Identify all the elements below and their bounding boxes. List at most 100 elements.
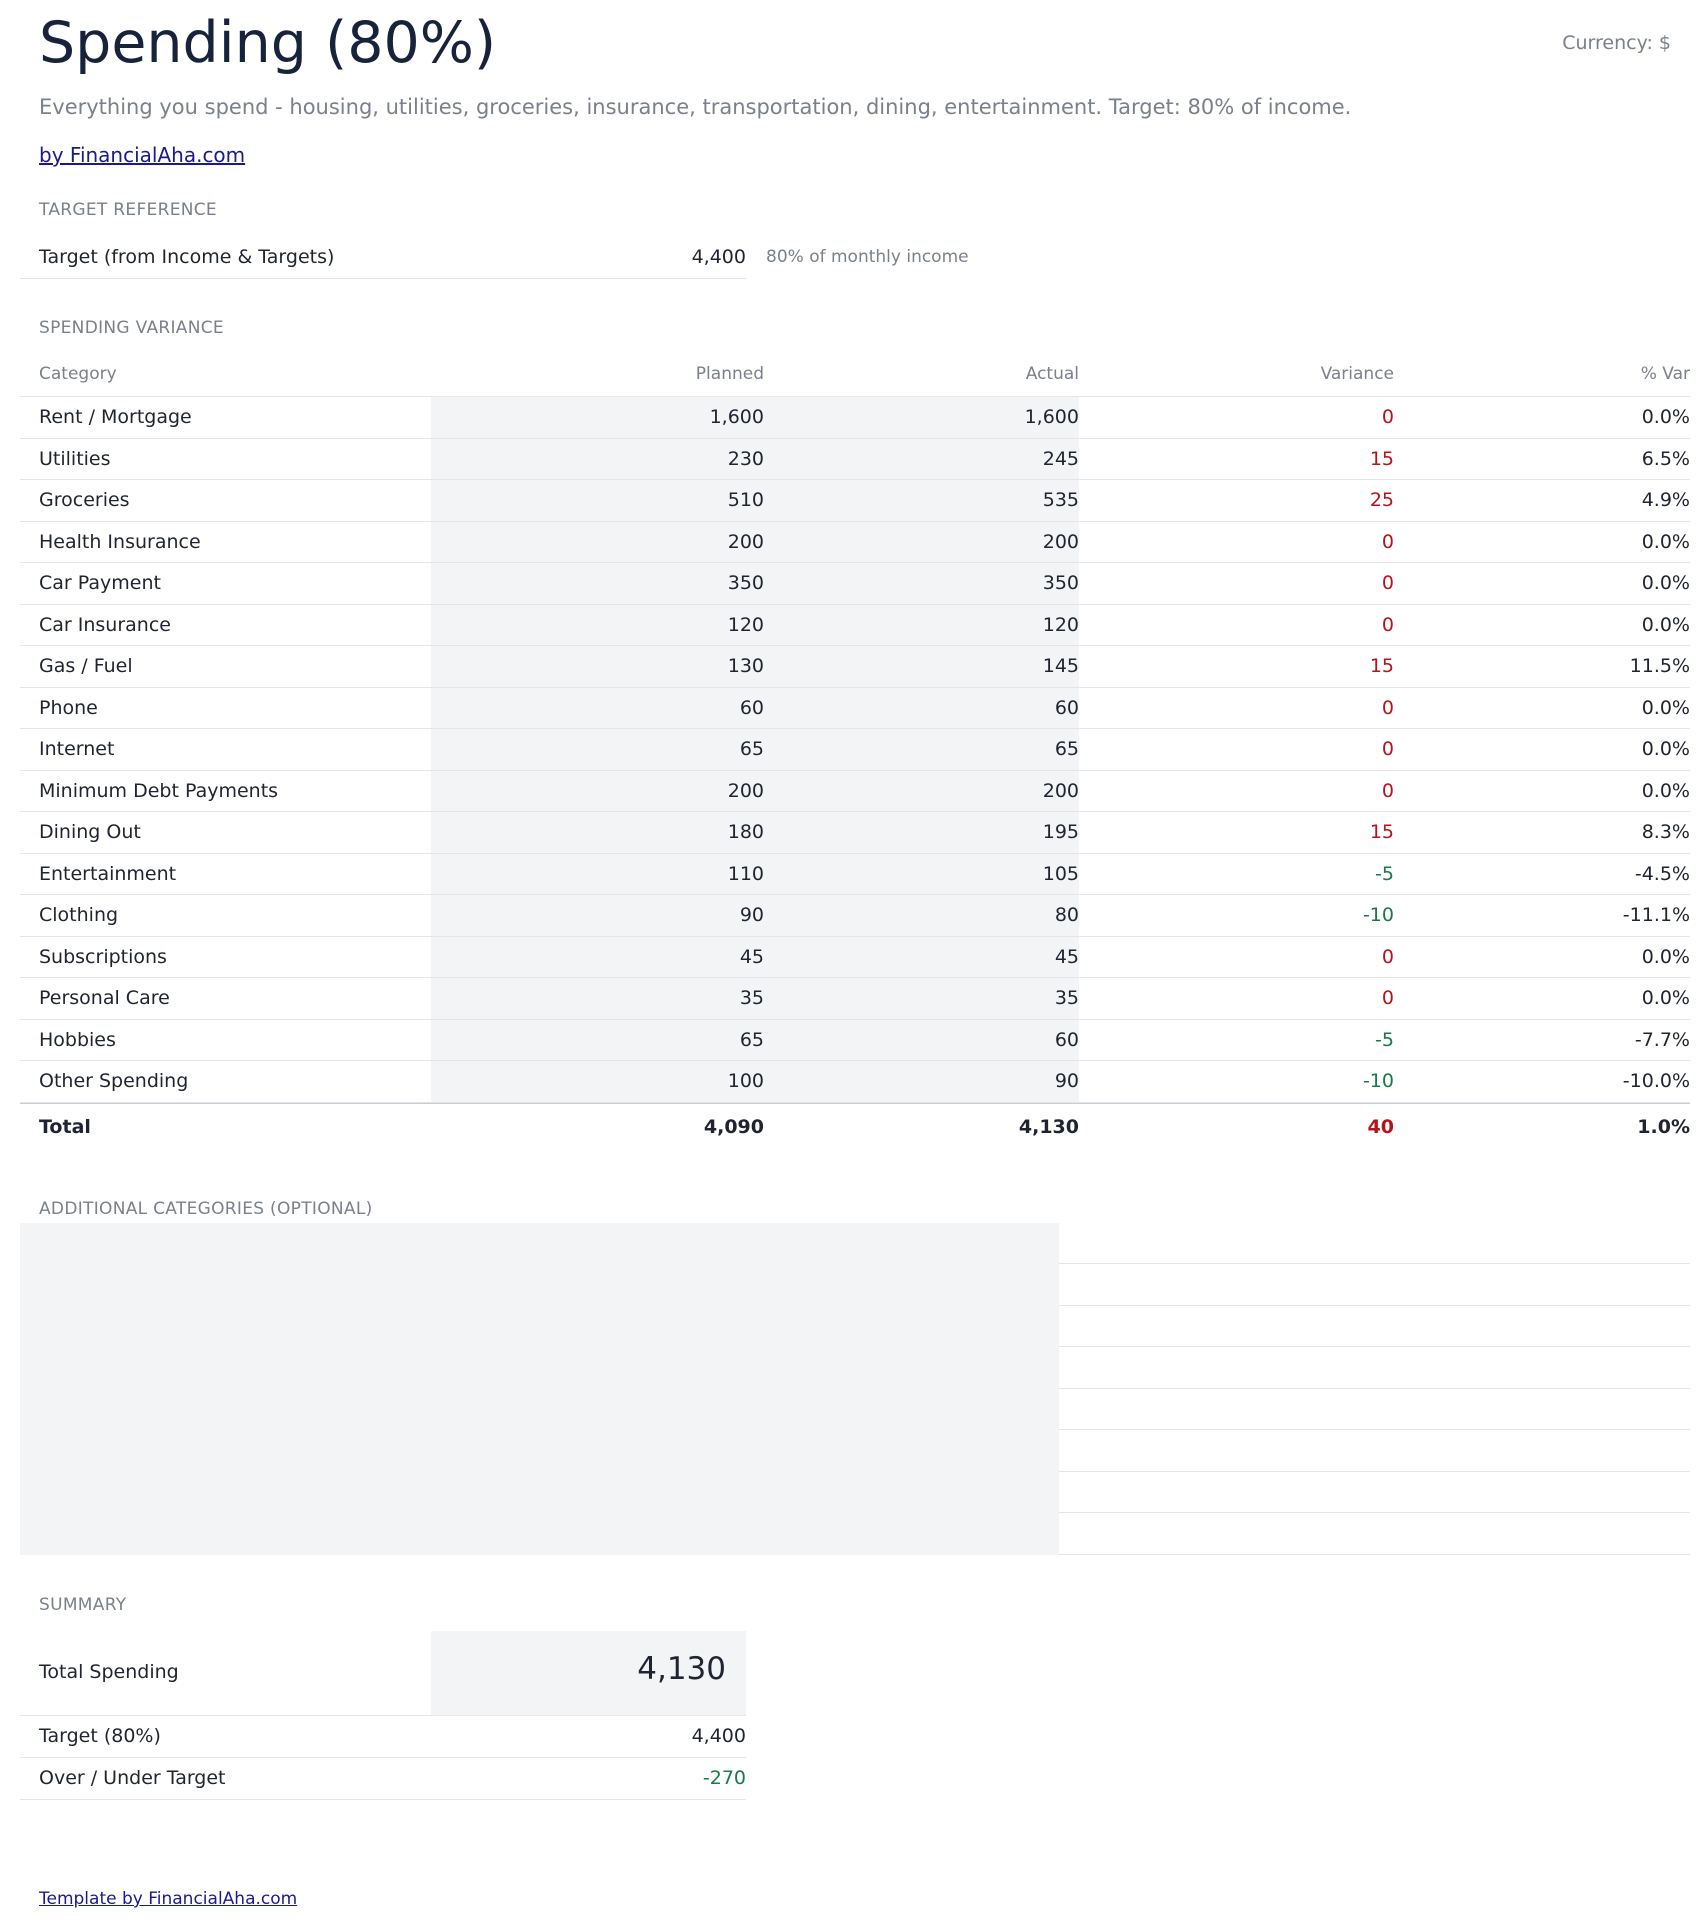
- row-planned[interactable]: 65: [740, 738, 764, 760]
- total-variance: 40: [1367, 1115, 1394, 1138]
- row-planned[interactable]: 200: [728, 531, 764, 553]
- row-actual[interactable]: 195: [1043, 821, 1079, 843]
- row-category: Groceries: [39, 489, 130, 511]
- table-row: Entertainment 110 105 -5 -4.5%: [20, 853, 1690, 895]
- row-pct-var: 0.0%: [1641, 406, 1690, 428]
- table-row: Other Spending 100 90 -10 -10.0%: [20, 1061, 1690, 1103]
- row-variance: 0: [1381, 613, 1394, 636]
- table-row: Dining Out 180 195 15 8.3%: [20, 812, 1690, 854]
- row-variance: -5: [1375, 862, 1394, 885]
- column-header-pct-var: % Var: [1640, 364, 1690, 384]
- row-category: Entertainment: [39, 862, 177, 885]
- additional-row-divider: [1059, 1346, 1690, 1347]
- row-planned[interactable]: 1,600: [710, 406, 764, 428]
- row-actual[interactable]: 200: [1043, 531, 1079, 553]
- table-row: Car Payment 350 350 0 0.0%: [20, 563, 1690, 605]
- summary-label: SUMMARY: [39, 1595, 127, 1615]
- row-planned[interactable]: 120: [728, 614, 764, 636]
- row-actual[interactable]: 535: [1043, 489, 1079, 511]
- row-actual[interactable]: 245: [1043, 448, 1079, 470]
- currency-label: Currency: $: [1562, 32, 1671, 54]
- target-reference-row-label: Target (from Income & Targets): [39, 246, 335, 268]
- total-spending-label: Total Spending: [39, 1661, 179, 1683]
- table-row: Minimum Debt Payments 200 200 0 0.0%: [20, 770, 1690, 812]
- column-header-actual: Actual: [1025, 364, 1079, 384]
- table-row: Hobbies 65 60 -5 -7.7%: [20, 1019, 1690, 1061]
- row-planned[interactable]: 110: [728, 863, 764, 885]
- row-pct-var: 4.9%: [1641, 489, 1690, 511]
- row-actual[interactable]: 105: [1043, 863, 1079, 885]
- row-planned[interactable]: 180: [728, 821, 764, 843]
- row-category: Rent / Mortgage: [39, 406, 192, 428]
- row-actual[interactable]: 1,600: [1025, 406, 1079, 428]
- row-variance: 0: [1381, 779, 1394, 802]
- row-actual[interactable]: 80: [1055, 904, 1079, 926]
- footer-template-link[interactable]: Template by FinancialAha.com: [39, 1889, 297, 1909]
- table-row: Personal Care 35 35 0 0.0%: [20, 978, 1690, 1020]
- row-actual[interactable]: 60: [1055, 697, 1079, 719]
- row-actual[interactable]: 35: [1055, 987, 1079, 1009]
- row-planned[interactable]: 100: [728, 1070, 764, 1092]
- row-variance: 0: [1381, 945, 1394, 968]
- row-planned[interactable]: 200: [728, 780, 764, 802]
- row-category: Minimum Debt Payments: [39, 779, 279, 802]
- row-actual[interactable]: 120: [1043, 614, 1079, 636]
- row-actual[interactable]: 65: [1055, 738, 1079, 760]
- row-pct-var: 0.0%: [1641, 779, 1690, 802]
- row-category: Dining Out: [39, 821, 141, 843]
- target-reference-row: Target (from Income & Targets) 4,400: [20, 236, 746, 279]
- row-planned[interactable]: 230: [728, 448, 764, 470]
- table-row: Health Insurance 200 200 0 0.0%: [20, 521, 1690, 563]
- table-row: Groceries 510 535 25 4.9%: [20, 480, 1690, 522]
- row-actual[interactable]: 90: [1055, 1070, 1079, 1092]
- summary-target-value: 4,400: [691, 1725, 746, 1747]
- additional-row-divider: [1059, 1429, 1690, 1430]
- row-category: Car Payment: [39, 572, 161, 594]
- row-actual[interactable]: 60: [1055, 1029, 1079, 1051]
- table-row: Internet 65 65 0 0.0%: [20, 729, 1690, 771]
- row-category: Other Spending: [39, 1070, 189, 1092]
- row-pct-var: -7.7%: [1634, 1028, 1690, 1051]
- additional-row-divider: [1059, 1554, 1690, 1555]
- row-variance: -10: [1362, 904, 1394, 926]
- column-header-planned: Planned: [695, 364, 764, 384]
- row-planned[interactable]: 350: [728, 572, 764, 594]
- row-pct-var: 0.0%: [1641, 945, 1690, 968]
- row-variance: 0: [1381, 738, 1394, 760]
- row-planned[interactable]: 35: [740, 987, 764, 1009]
- row-actual[interactable]: 200: [1043, 780, 1079, 802]
- additional-categories-label: ADDITIONAL CATEGORIES (OPTIONAL): [39, 1199, 373, 1219]
- row-pct-var: -4.5%: [1634, 862, 1690, 885]
- row-planned[interactable]: 130: [728, 655, 764, 677]
- row-actual[interactable]: 45: [1055, 946, 1079, 968]
- row-planned[interactable]: 90: [740, 904, 764, 926]
- row-pct-var: 0.0%: [1641, 530, 1690, 553]
- row-category: Subscriptions: [39, 945, 167, 968]
- summary-target-row: Target (80%) 4,400: [20, 1716, 746, 1758]
- row-variance: -10: [1362, 1070, 1394, 1092]
- row-variance: 0: [1381, 572, 1394, 594]
- row-variance: 15: [1369, 821, 1394, 843]
- total-label: Total: [39, 1115, 91, 1138]
- row-actual[interactable]: 350: [1043, 572, 1079, 594]
- row-category: Internet: [39, 738, 115, 760]
- table-row: Gas / Fuel 130 145 15 11.5%: [20, 646, 1690, 688]
- row-pct-var: 8.3%: [1641, 821, 1690, 843]
- total-spending-value: 4,130: [637, 1651, 726, 1687]
- additional-categories-input-area[interactable]: [20, 1223, 1059, 1555]
- by-financialaha-link[interactable]: by FinancialAha.com: [39, 143, 245, 167]
- row-planned[interactable]: 65: [740, 1029, 764, 1051]
- row-actual[interactable]: 145: [1043, 655, 1079, 677]
- total-pct-var: 1.0%: [1637, 1115, 1690, 1138]
- target-reference-label: TARGET REFERENCE: [39, 200, 217, 220]
- row-planned[interactable]: 510: [728, 489, 764, 511]
- row-variance: 0: [1381, 530, 1394, 553]
- row-planned[interactable]: 60: [740, 697, 764, 719]
- additional-row-divider: [1059, 1263, 1690, 1264]
- target-reference-value[interactable]: 4,400: [692, 246, 746, 268]
- row-planned[interactable]: 45: [740, 946, 764, 968]
- total-actual: 4,130: [1018, 1115, 1079, 1138]
- spending-variance-label: SPENDING VARIANCE: [39, 318, 224, 338]
- column-header-category: Category: [39, 364, 117, 384]
- over-under-value: -270: [702, 1767, 746, 1789]
